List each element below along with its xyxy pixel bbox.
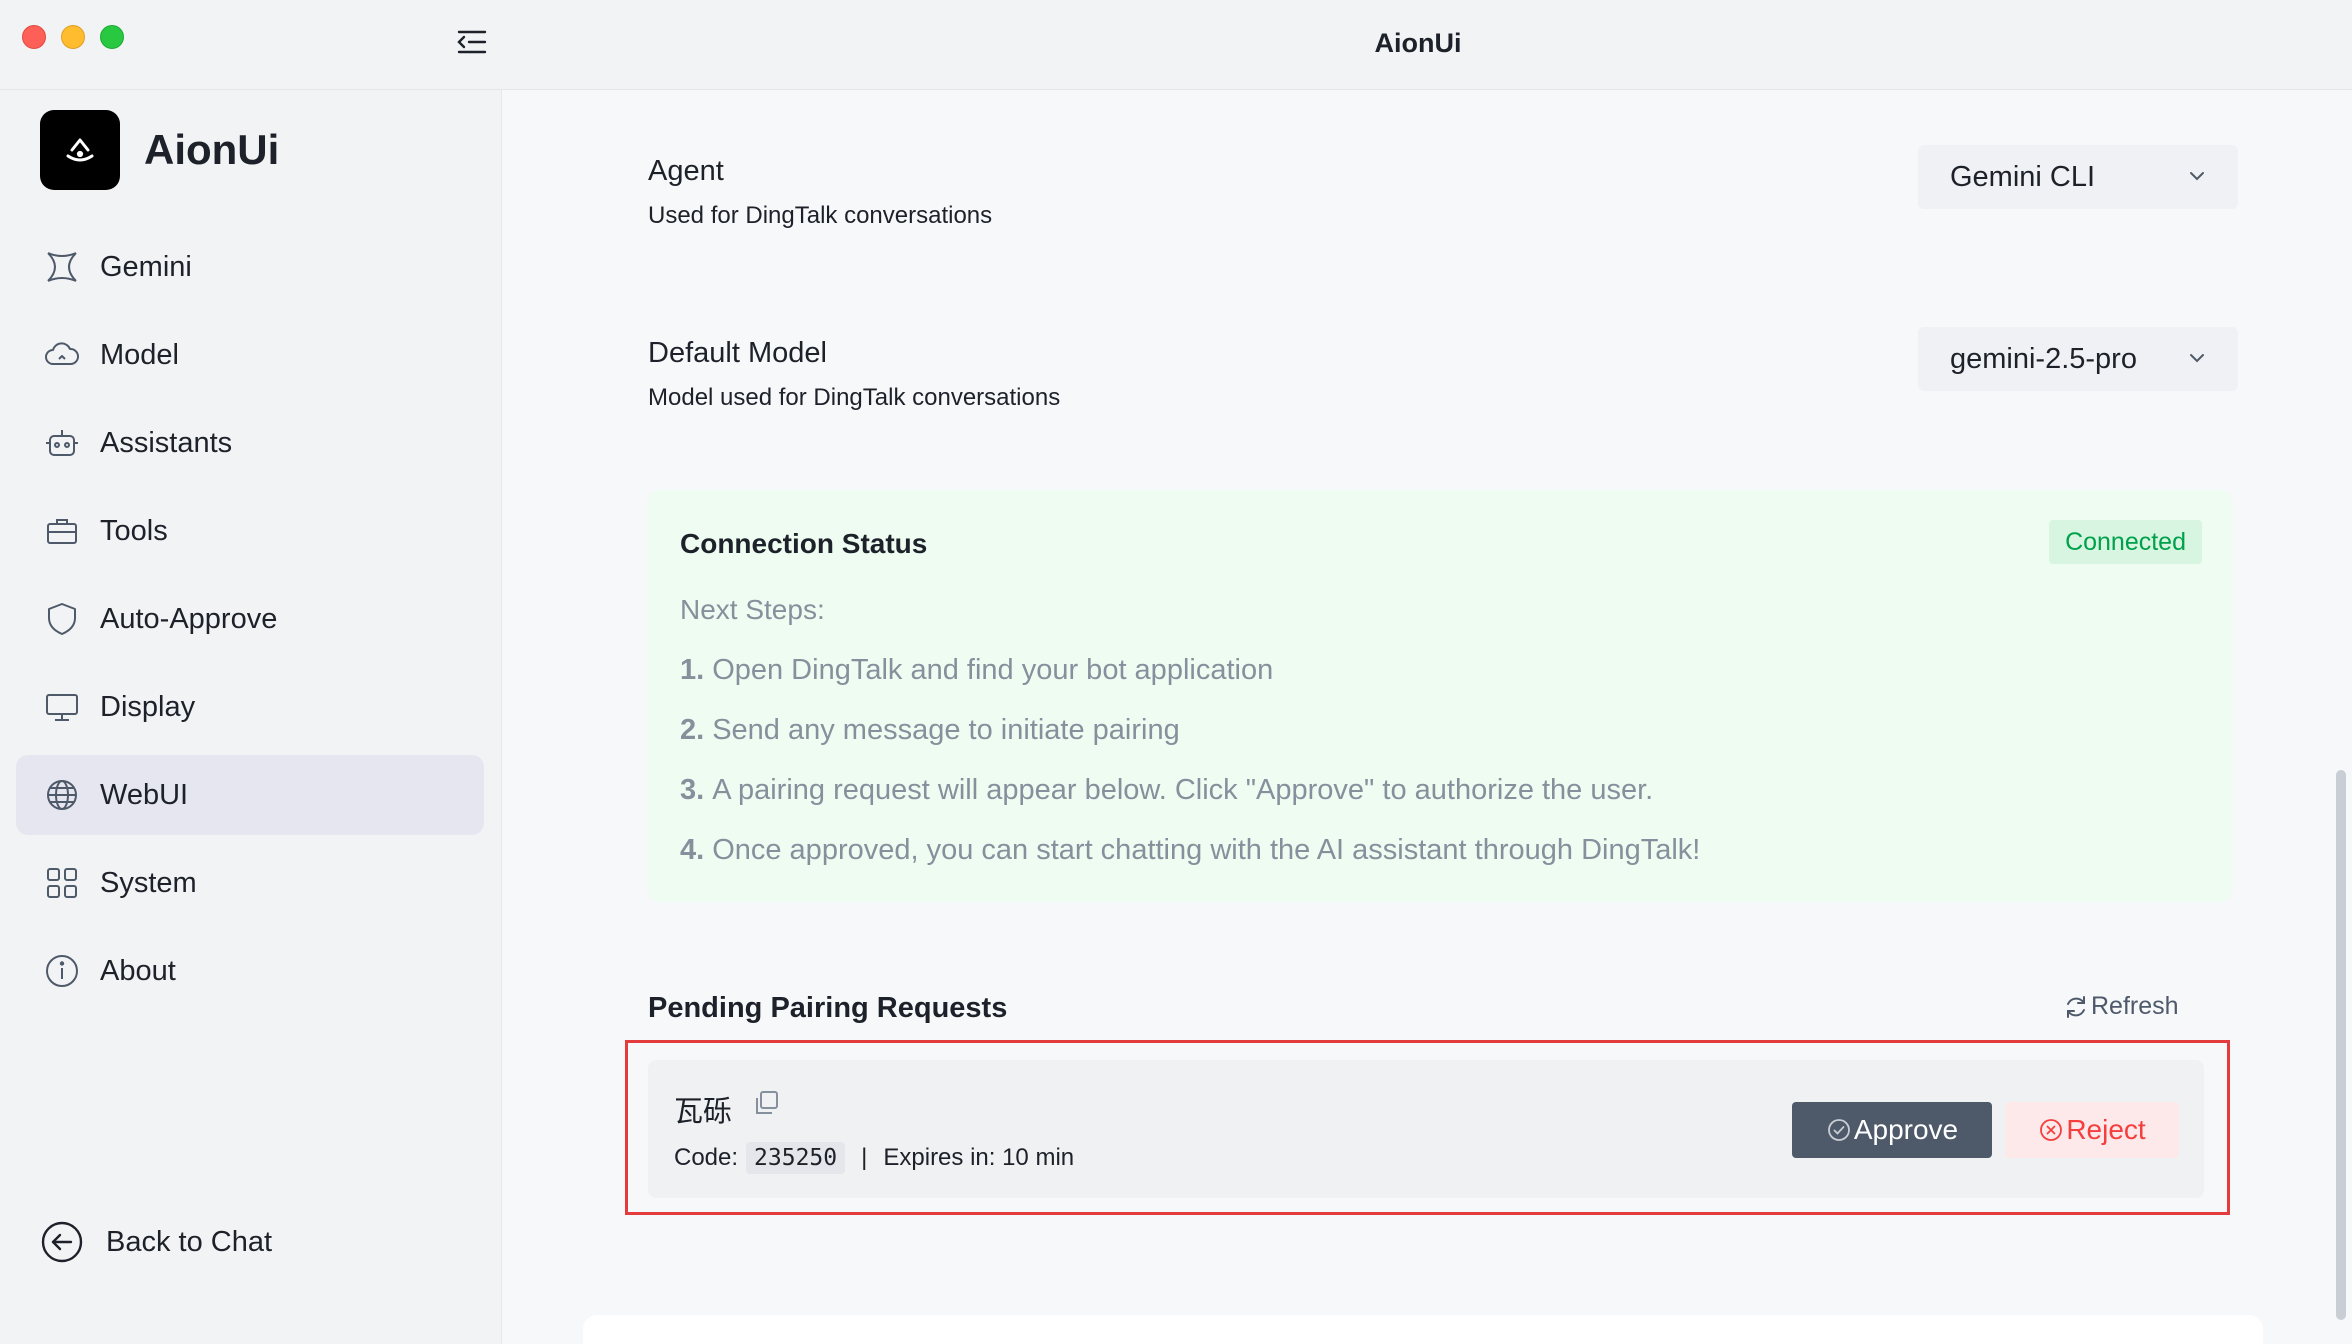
step-item: 4. Once approved, you can start chatting … — [680, 834, 1701, 866]
reject-button[interactable]: Reject — [2005, 1102, 2179, 1158]
window-title: AionUi — [1374, 28, 1462, 58]
sidebar-item-label: Display — [100, 690, 196, 723]
refresh-label: Refresh — [2091, 992, 2179, 1020]
sidebar-item-label: System — [100, 866, 197, 899]
robot-icon — [44, 425, 80, 461]
scrollbar[interactable] — [2336, 770, 2346, 1320]
sidebar-nav: Gemini Model Assistants Tools Auto-Appro… — [16, 227, 484, 1019]
sidebar-item-label: Tools — [100, 514, 168, 547]
main-content: Agent Used for DingTalk conversations Ge… — [503, 90, 2352, 1344]
toolbox-icon — [44, 513, 80, 549]
approve-button[interactable]: Approve — [1792, 1102, 1992, 1158]
pairing-request-card: 瓦砾 Code: 235250 | Expires in: 10 min App… — [648, 1060, 2204, 1198]
reject-label: Reject — [2066, 1114, 2146, 1145]
sidebar-item-tools[interactable]: Tools — [16, 491, 484, 571]
status-badge: Connected — [2049, 520, 2202, 564]
globe-icon — [44, 777, 80, 813]
pairing-code: 235250 — [746, 1142, 846, 1174]
default-model-setting: Default Model Model used for DingTalk co… — [648, 327, 2238, 412]
info-icon — [44, 953, 80, 989]
sidebar-item-assistants[interactable]: Assistants — [16, 403, 484, 483]
close-window-button[interactable] — [22, 25, 46, 49]
next-steps-label: Next Steps: — [680, 594, 825, 625]
back-to-chat-button[interactable]: Back to Chat — [40, 1220, 272, 1264]
brand-name: AionUi — [144, 126, 280, 173]
sidebar-item-label: Assistants — [100, 426, 233, 459]
pending-requests-title: Pending Pairing Requests — [648, 992, 1008, 1024]
refresh-icon — [2063, 994, 2089, 1020]
maximize-window-button[interactable] — [100, 25, 124, 49]
chevron-down-icon — [2186, 347, 2208, 369]
aionui-logo-icon — [40, 110, 120, 190]
sidebar-item-gemini[interactable]: Gemini — [16, 227, 484, 307]
connection-status-title: Connection Status — [680, 528, 928, 559]
minimize-window-button[interactable] — [61, 25, 85, 49]
default-model-select[interactable]: gemini-2.5-pro — [1918, 327, 2238, 391]
expires-text: Expires in: 10 min — [883, 1144, 1075, 1171]
agent-select-value: Gemini CLI — [1950, 160, 2096, 193]
sidebar-item-label: WebUI — [100, 778, 189, 811]
default-model-select-value: gemini-2.5-pro — [1950, 342, 2137, 375]
meta-separator: | — [861, 1144, 868, 1171]
request-user-name: 瓦砾 — [674, 1094, 733, 1128]
arrow-left-circle-icon — [40, 1220, 84, 1264]
title-bar: AionUi — [0, 0, 2352, 90]
copy-icon[interactable] — [752, 1088, 782, 1118]
grid-icon — [44, 865, 80, 901]
shield-icon — [44, 601, 80, 637]
step-item: 1. Open DingTalk and find your bot applic… — [680, 654, 1274, 686]
sidebar: AionUi Gemini Model Assistants Tools Aut… — [0, 90, 502, 1344]
step-item: 2. Send any message to initiate pairing — [680, 714, 1180, 746]
refresh-button[interactable]: Refresh — [2063, 992, 2179, 1021]
cloud-icon — [44, 337, 80, 373]
sidebar-item-label: Auto-Approve — [100, 602, 278, 635]
connection-status-card: Connection Status Connected Next Steps: … — [648, 490, 2232, 902]
monitor-icon — [44, 689, 80, 725]
approve-label: Approve — [1853, 1114, 1959, 1145]
code-label: Code: — [674, 1144, 739, 1171]
sidebar-item-auto-approve[interactable]: Auto-Approve — [16, 579, 484, 659]
next-section-card — [583, 1315, 2263, 1344]
sidebar-item-model[interactable]: Model — [16, 315, 484, 395]
check-circle-icon — [1826, 1117, 1852, 1143]
sidebar-item-label: About — [100, 954, 176, 987]
sidebar-item-display[interactable]: Display — [16, 667, 484, 747]
step-item: 3. A pairing request will appear below. C… — [680, 774, 1654, 806]
agent-select[interactable]: Gemini CLI — [1918, 145, 2238, 209]
sidebar-item-webui[interactable]: WebUI — [16, 755, 484, 835]
request-meta: Code: 235250 | Expires in: 10 min — [674, 1142, 1074, 1174]
app-window: AionUi AionUi Gemini Model Assistants To… — [0, 0, 2352, 1344]
chevron-down-icon — [2186, 165, 2208, 187]
sidebar-item-label: Gemini — [100, 250, 192, 283]
sidebar-item-about[interactable]: About — [16, 931, 484, 1011]
close-circle-icon — [2038, 1117, 2064, 1143]
sidebar-collapse-icon[interactable] — [455, 27, 489, 57]
gemini-icon — [44, 249, 80, 285]
sidebar-item-label: Model — [100, 338, 179, 371]
brand: AionUi — [40, 110, 279, 190]
back-to-chat-label: Back to Chat — [106, 1225, 273, 1258]
agent-setting: Agent Used for DingTalk conversations Ge… — [648, 145, 2238, 230]
sidebar-item-system[interactable]: System — [16, 843, 484, 923]
